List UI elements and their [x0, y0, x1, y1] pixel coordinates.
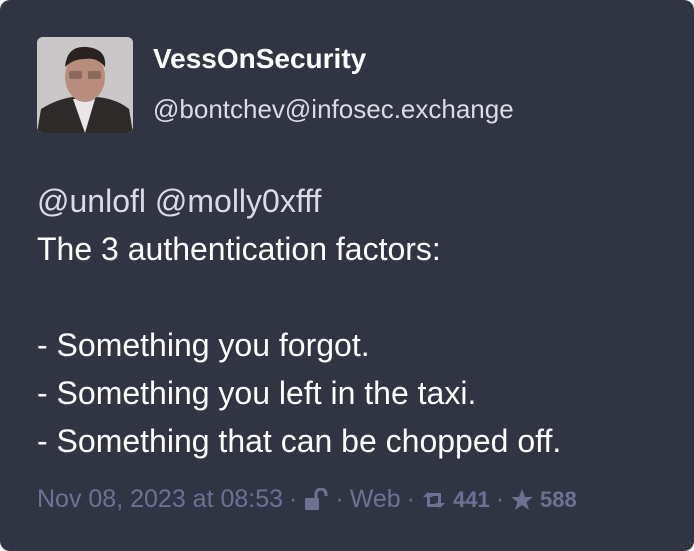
post-line: The 3 authentication factors: — [37, 231, 441, 267]
post-content: @unlofl @molly0xfff The 3 authentication… — [37, 177, 561, 465]
post-line — [37, 273, 561, 321]
favourite-count: 588 — [540, 486, 577, 512]
boost-icon[interactable] — [421, 489, 447, 511]
author-handle[interactable]: @bontchev@infosec.exchange — [153, 94, 514, 125]
post-line: - Something you forgot. — [37, 327, 370, 363]
post-meta: Nov 08, 2023 at 08:53 · · Web · 441 · 58… — [37, 485, 577, 514]
post-card: VessOnSecurity @bontchev@infosec.exchang… — [0, 0, 694, 551]
separator: · — [335, 485, 344, 513]
timestamp-link[interactable]: Nov 08, 2023 at 08:53 — [37, 485, 283, 514]
separator: · — [495, 485, 505, 513]
star-icon[interactable] — [510, 488, 534, 512]
separator: · — [406, 485, 415, 513]
separator: · — [289, 485, 298, 513]
unlocked-icon — [303, 487, 329, 512]
application-label: Web — [349, 485, 401, 513]
avatar[interactable] — [37, 37, 133, 133]
mention-link[interactable]: @molly0xfff — [155, 183, 321, 219]
mention-link[interactable]: @unlofl — [37, 183, 146, 219]
boost-count: 441 — [452, 486, 490, 512]
author-display-name[interactable]: VessOnSecurity — [153, 43, 366, 75]
post-line: - Something that can be chopped off. — [37, 423, 562, 459]
post-line: - Something you left in the taxi. — [37, 375, 477, 411]
